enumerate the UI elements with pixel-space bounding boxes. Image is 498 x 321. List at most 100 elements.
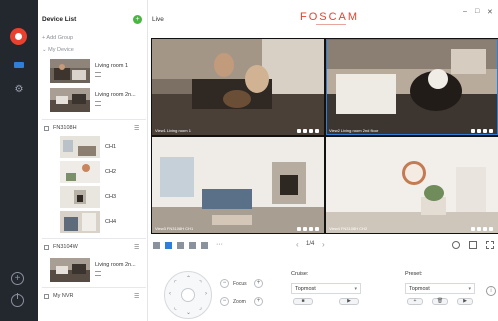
snapshot-all-icon[interactable]: [452, 241, 460, 249]
close-button[interactable]: ✕: [487, 8, 493, 16]
device-thumbnail: [50, 59, 90, 83]
layout-9-icon[interactable]: [189, 242, 196, 249]
nvr-menu-icon[interactable]: ☰: [134, 244, 139, 251]
talk-icon[interactable]: [315, 227, 319, 231]
device-menu-icon[interactable]: [95, 101, 101, 106]
ptz-down-left-icon[interactable]: ⌞: [174, 304, 177, 311]
multi-screen-icon[interactable]: [469, 241, 477, 249]
nvr-item-my-nvr[interactable]: My NVR ☰: [42, 292, 146, 302]
next-page-button[interactable]: ›: [322, 240, 325, 249]
record-icon[interactable]: [471, 227, 475, 231]
left-rail: ⚙ +: [0, 0, 38, 321]
device-name: Living room 2n...: [95, 262, 136, 268]
channel-item-ch2[interactable]: CH2: [60, 161, 140, 185]
audio-icon[interactable]: [309, 129, 313, 133]
minimize-button[interactable]: –: [463, 8, 467, 15]
record-icon[interactable]: [297, 227, 301, 231]
preset-go-button[interactable]: ▶: [457, 298, 473, 305]
layout-6-icon[interactable]: [177, 242, 184, 249]
audio-icon[interactable]: [483, 227, 487, 231]
talk-icon[interactable]: [489, 227, 493, 231]
ptz-center-button[interactable]: [181, 288, 195, 302]
focus-label: Focus: [233, 281, 247, 287]
device-list-title: Device List: [42, 16, 77, 23]
prev-page-button[interactable]: ‹: [296, 240, 299, 249]
video-grid: View1 Living room 1 View2 Living room 2n…: [151, 38, 498, 234]
cruise-play-button[interactable]: ▶: [339, 298, 359, 305]
preset-add-button[interactable]: +: [407, 298, 423, 305]
video-tile-1[interactable]: View1 Living room 1: [152, 39, 324, 135]
nvr-icon: [44, 245, 49, 250]
snapshot-icon[interactable]: [303, 129, 307, 133]
audio-icon[interactable]: [309, 227, 313, 231]
video-tile-4[interactable]: View4 FN3108H CH2: [326, 137, 498, 233]
chevron-down-icon: ▾: [354, 286, 357, 292]
preset-delete-button[interactable]: 🗑: [432, 298, 448, 305]
ptz-up-right-icon[interactable]: ⌝: [199, 280, 202, 287]
snapshot-icon[interactable]: [477, 227, 481, 231]
ptz-left-icon[interactable]: ‹: [169, 291, 171, 297]
focus-plus-button[interactable]: +: [254, 279, 263, 288]
info-icon[interactable]: i: [486, 286, 496, 296]
nvr-item-fn3104w[interactable]: FN3104W ☰: [42, 243, 146, 253]
top-bar: Live FOSCAM – □ ✕: [148, 0, 498, 38]
device-menu-icon[interactable]: [95, 72, 101, 77]
nvr-menu-icon[interactable]: ☰: [134, 125, 139, 132]
talk-icon[interactable]: [315, 129, 319, 133]
record-icon[interactable]: [297, 129, 301, 133]
preset-selected-value: Topmost: [409, 286, 430, 292]
ptz-down-icon[interactable]: ⌄: [186, 309, 191, 316]
foscam-brand-logo: FOSCAM: [300, 11, 360, 23]
layout-16-icon[interactable]: [201, 242, 208, 249]
video-frame: [152, 39, 324, 135]
ptz-right-icon[interactable]: ›: [205, 291, 207, 297]
video-tile-3[interactable]: View3 FN3108H CH1: [152, 137, 324, 233]
devices-icon[interactable]: [12, 59, 26, 71]
nvr-menu-icon[interactable]: ☰: [134, 293, 139, 300]
cruise-select[interactable]: Topmost ▾: [291, 283, 361, 294]
power-icon[interactable]: [11, 293, 24, 307]
snapshot-icon[interactable]: [477, 129, 481, 133]
channel-item-ch3[interactable]: CH3: [60, 186, 140, 210]
audio-icon[interactable]: [483, 129, 487, 133]
settings-gear-icon[interactable]: ⚙: [12, 84, 26, 96]
more-layouts-button[interactable]: ···: [216, 241, 223, 248]
cruise-stop-button[interactable]: ■: [293, 298, 313, 305]
snapshot-icon[interactable]: [303, 227, 307, 231]
panel-divider: [42, 238, 146, 239]
ptz-up-left-icon[interactable]: ⌜: [174, 280, 177, 287]
ptz-down-right-icon[interactable]: ⌟: [199, 304, 202, 311]
channel-item-ch1[interactable]: CH1: [60, 136, 140, 160]
zoom-minus-button[interactable]: −: [220, 297, 229, 306]
channel-name: CH2: [105, 169, 117, 175]
layout-1-icon[interactable]: [153, 242, 160, 249]
device-menu-icon[interactable]: [95, 271, 101, 276]
page-title: Live: [152, 16, 164, 23]
device-thumbnail: [50, 258, 90, 282]
my-device-group[interactable]: ⌄ My Device: [42, 47, 74, 53]
record-icon[interactable]: [471, 129, 475, 133]
fullscreen-icon[interactable]: [486, 241, 494, 249]
nvr-item-fn3108h[interactable]: FN3108H ☰: [42, 124, 146, 134]
channel-name: CH3: [105, 194, 117, 200]
device-name: Living room 2n...: [95, 92, 136, 98]
add-device-icon[interactable]: +: [11, 272, 24, 285]
focus-minus-button[interactable]: −: [220, 279, 229, 288]
page-indicator: 1/4: [306, 241, 315, 247]
ptz-up-icon[interactable]: ⌃: [186, 275, 191, 282]
device-item-living-room-2[interactable]: Living room 2n...: [50, 88, 144, 114]
cruise-label: Cruise:: [291, 271, 309, 277]
channel-item-ch4[interactable]: CH4: [60, 211, 140, 235]
zoom-label: Zoom: [233, 299, 246, 305]
talk-icon[interactable]: [489, 129, 493, 133]
add-device-button[interactable]: +: [133, 15, 142, 24]
ptz-joystick[interactable]: ⌃ ⌄ ‹ › ⌜ ⌝ ⌞ ⌟: [164, 271, 212, 319]
add-group-link[interactable]: + Add Group: [42, 35, 73, 41]
device-item-living-room-1[interactable]: Living room 1: [50, 59, 144, 85]
device-item-living-room-2-nvr[interactable]: Living room 2n...: [50, 258, 144, 284]
layout-4-icon[interactable]: [165, 242, 172, 249]
preset-select[interactable]: Topmost ▾: [405, 283, 475, 294]
video-tile-2[interactable]: View2 Living room 2nd floor: [326, 39, 498, 135]
zoom-plus-button[interactable]: +: [254, 297, 263, 306]
maximize-button[interactable]: □: [475, 8, 479, 15]
